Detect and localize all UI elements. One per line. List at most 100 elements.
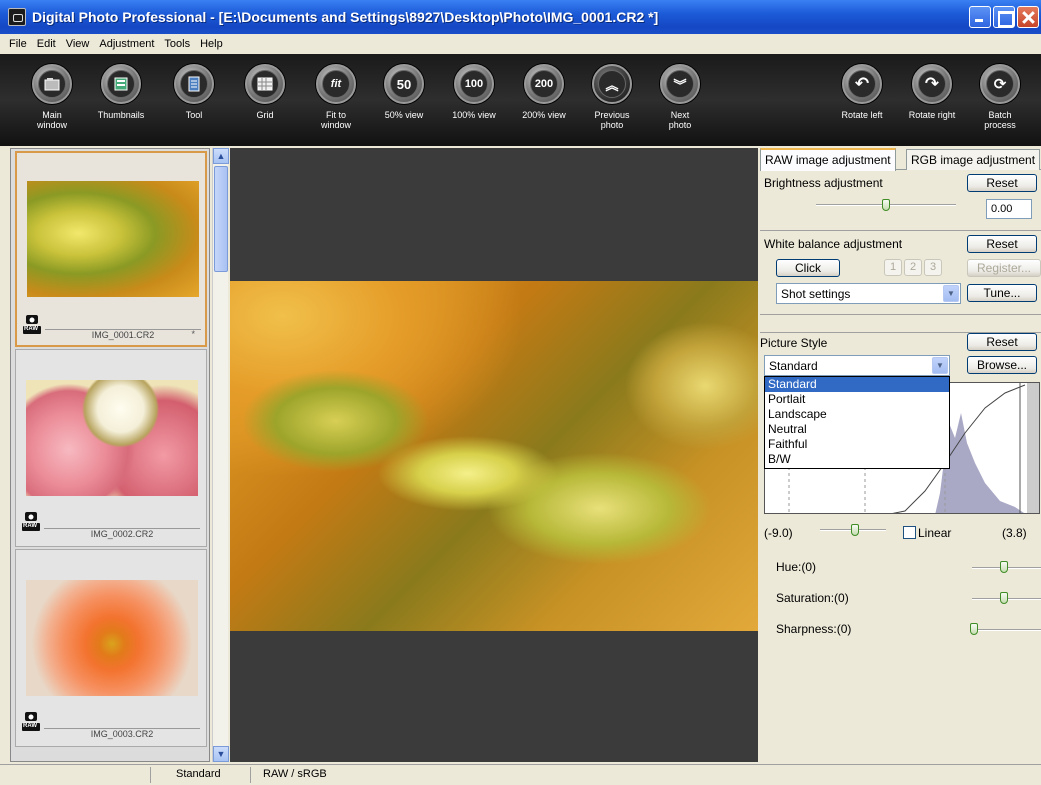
contrast-slider-thumb[interactable]: [851, 524, 859, 536]
thumbnails-icon: [107, 70, 135, 98]
fit-icon: fit: [322, 70, 350, 98]
batch-process-button[interactable]: ⟳ Batch process: [968, 64, 1032, 130]
thumbnail-filename: IMG_0003.CR2: [44, 728, 200, 742]
thumbnails-button[interactable]: Thumbnails: [89, 64, 153, 120]
tab-raw-adjustment[interactable]: RAW image adjustment: [760, 148, 896, 171]
menu-file[interactable]: File: [4, 38, 32, 50]
rotate-left-icon: ↶: [848, 70, 876, 98]
grid-icon: [251, 70, 279, 98]
scroll-down-button[interactable]: ▼: [213, 746, 229, 762]
thumbnail-item[interactable]: RAW IMG_0002.CR2: [15, 349, 207, 547]
view-50-icon: 50: [390, 70, 418, 98]
menu-bar: File Edit View Adjustment Tools Help: [0, 34, 1041, 54]
brightness-slider-thumb[interactable]: [882, 199, 890, 211]
menu-help[interactable]: Help: [195, 38, 228, 50]
picture-style-option[interactable]: Landscape: [765, 407, 949, 422]
main-window-button[interactable]: Main window: [20, 64, 84, 130]
camera-raw-icon: [22, 512, 40, 531]
batch-process-icon: ⟳: [986, 70, 1014, 98]
raw-badge: RAW: [23, 523, 37, 529]
white-balance-reset-button[interactable]: Reset: [967, 235, 1037, 253]
chevron-down-icon: ▼: [932, 357, 948, 374]
menu-view[interactable]: View: [61, 38, 95, 50]
picture-style-option[interactable]: Portlait: [765, 392, 949, 407]
contrast-max-label: (3.8): [1002, 526, 1027, 540]
picture-style-option[interactable]: Faithful: [765, 437, 949, 452]
linear-checkbox[interactable]: [903, 526, 916, 539]
wb-slot-1-button[interactable]: 1: [884, 259, 902, 276]
scroll-thumb[interactable]: [214, 166, 228, 272]
raw-badge: RAW: [24, 326, 38, 332]
brightness-value-field[interactable]: 0.00: [986, 199, 1032, 219]
sharpness-slider[interactable]: [972, 629, 1041, 631]
chevron-up-icon: ︽: [598, 70, 626, 98]
picture-style-option[interactable]: B/W: [765, 452, 949, 467]
contrast-min-label: (-9.0): [764, 526, 793, 540]
scroll-up-button[interactable]: ▲: [213, 148, 229, 164]
brightness-label: Brightness adjustment: [764, 176, 883, 190]
picture-style-select[interactable]: Standard ▼: [764, 355, 950, 376]
saturation-slider-thumb[interactable]: [1000, 592, 1008, 604]
saturation-label: Saturation:(0): [776, 591, 849, 605]
thumbnail-image: [26, 580, 198, 696]
view-200-icon: 200: [530, 70, 558, 98]
picture-style-dropdown: Standard Portlait Landscape Neutral Fait…: [764, 376, 950, 469]
status-color-space: RAW / sRGB: [263, 768, 327, 780]
wb-register-button[interactable]: Register...: [967, 259, 1041, 277]
chevron-down-icon: ▼: [943, 285, 959, 302]
menu-edit[interactable]: Edit: [32, 38, 61, 50]
view-200-button[interactable]: 200 200% view: [512, 64, 576, 120]
tab-rgb-adjustment[interactable]: RGB image adjustment: [906, 149, 1041, 170]
thumbnail-item[interactable]: RAW IMG_0003.CR2: [15, 549, 207, 747]
brightness-reset-button[interactable]: Reset: [967, 174, 1037, 192]
menu-tools[interactable]: Tools: [159, 38, 195, 50]
rotate-right-icon: ↷: [918, 70, 946, 98]
thumbnail-image: [26, 380, 198, 496]
thumbnail-filename: IMG_0001.CR2: [45, 329, 201, 343]
thumbnail-item[interactable]: RAW IMG_0001.CR2 *: [15, 151, 207, 347]
hue-label: Hue:(0): [776, 560, 817, 574]
camera-raw-icon: [22, 712, 40, 731]
menu-adjustment[interactable]: Adjustment: [94, 38, 159, 50]
white-balance-select[interactable]: Shot settings ▼: [776, 283, 961, 304]
white-balance-click-button[interactable]: Click: [776, 259, 840, 277]
wb-slot-3-button[interactable]: 3: [924, 259, 942, 276]
view-100-button[interactable]: 100 100% view: [442, 64, 506, 120]
fit-to-window-button[interactable]: fit Fit to window: [304, 64, 368, 130]
rotate-right-button[interactable]: ↷ Rotate right: [900, 64, 964, 120]
thumbnail-scrollbar[interactable]: ▲ ▼: [212, 148, 229, 762]
picture-style-label: Picture Style: [760, 336, 828, 350]
preview-photo: [230, 281, 758, 631]
rotate-left-button[interactable]: ↶ Rotate left: [830, 64, 894, 120]
tool-button[interactable]: Tool: [162, 64, 226, 120]
tool-palette: RAW image adjustment RGB image adjustmen…: [760, 148, 1041, 762]
grid-button[interactable]: Grid: [233, 64, 297, 120]
app-icon: [8, 8, 26, 26]
picture-style-reset-button[interactable]: Reset: [967, 333, 1037, 351]
view-100-icon: 100: [460, 70, 488, 98]
linear-label: Linear: [918, 526, 952, 540]
maximize-button[interactable]: [993, 6, 1015, 28]
thumbnail-image: [27, 181, 199, 297]
hue-slider-thumb[interactable]: [1000, 561, 1008, 573]
previous-photo-button[interactable]: ︽ Previous photo: [580, 64, 644, 130]
unsaved-marker: *: [191, 329, 195, 339]
view-50-button[interactable]: 50 50% view: [372, 64, 436, 120]
window-title: Digital Photo Professional - [E:\Documen…: [32, 9, 659, 25]
close-button[interactable]: [1017, 6, 1039, 28]
picture-style-option[interactable]: Standard: [765, 377, 949, 392]
title-bar: Digital Photo Professional - [E:\Documen…: [0, 0, 1041, 34]
picture-style-option[interactable]: Neutral: [765, 422, 949, 437]
picture-style-value: Standard: [769, 359, 818, 373]
thumbnail-panel: RAW IMG_0001.CR2 * RAW IMG_0002.CR2 RAW …: [10, 148, 210, 762]
camera-raw-icon: [23, 315, 41, 334]
next-photo-button[interactable]: ︾ Next photo: [648, 64, 712, 130]
white-balance-label: White balance adjustment: [764, 237, 903, 251]
sharpness-slider-thumb[interactable]: [970, 623, 978, 635]
wb-slot-2-button[interactable]: 2: [904, 259, 922, 276]
picture-style-browse-button[interactable]: Browse...: [967, 356, 1037, 374]
white-balance-value: Shot settings: [781, 287, 851, 301]
status-picture-style: Standard: [176, 768, 221, 780]
white-balance-tune-button[interactable]: Tune...: [967, 284, 1037, 302]
minimize-button[interactable]: [969, 6, 991, 28]
